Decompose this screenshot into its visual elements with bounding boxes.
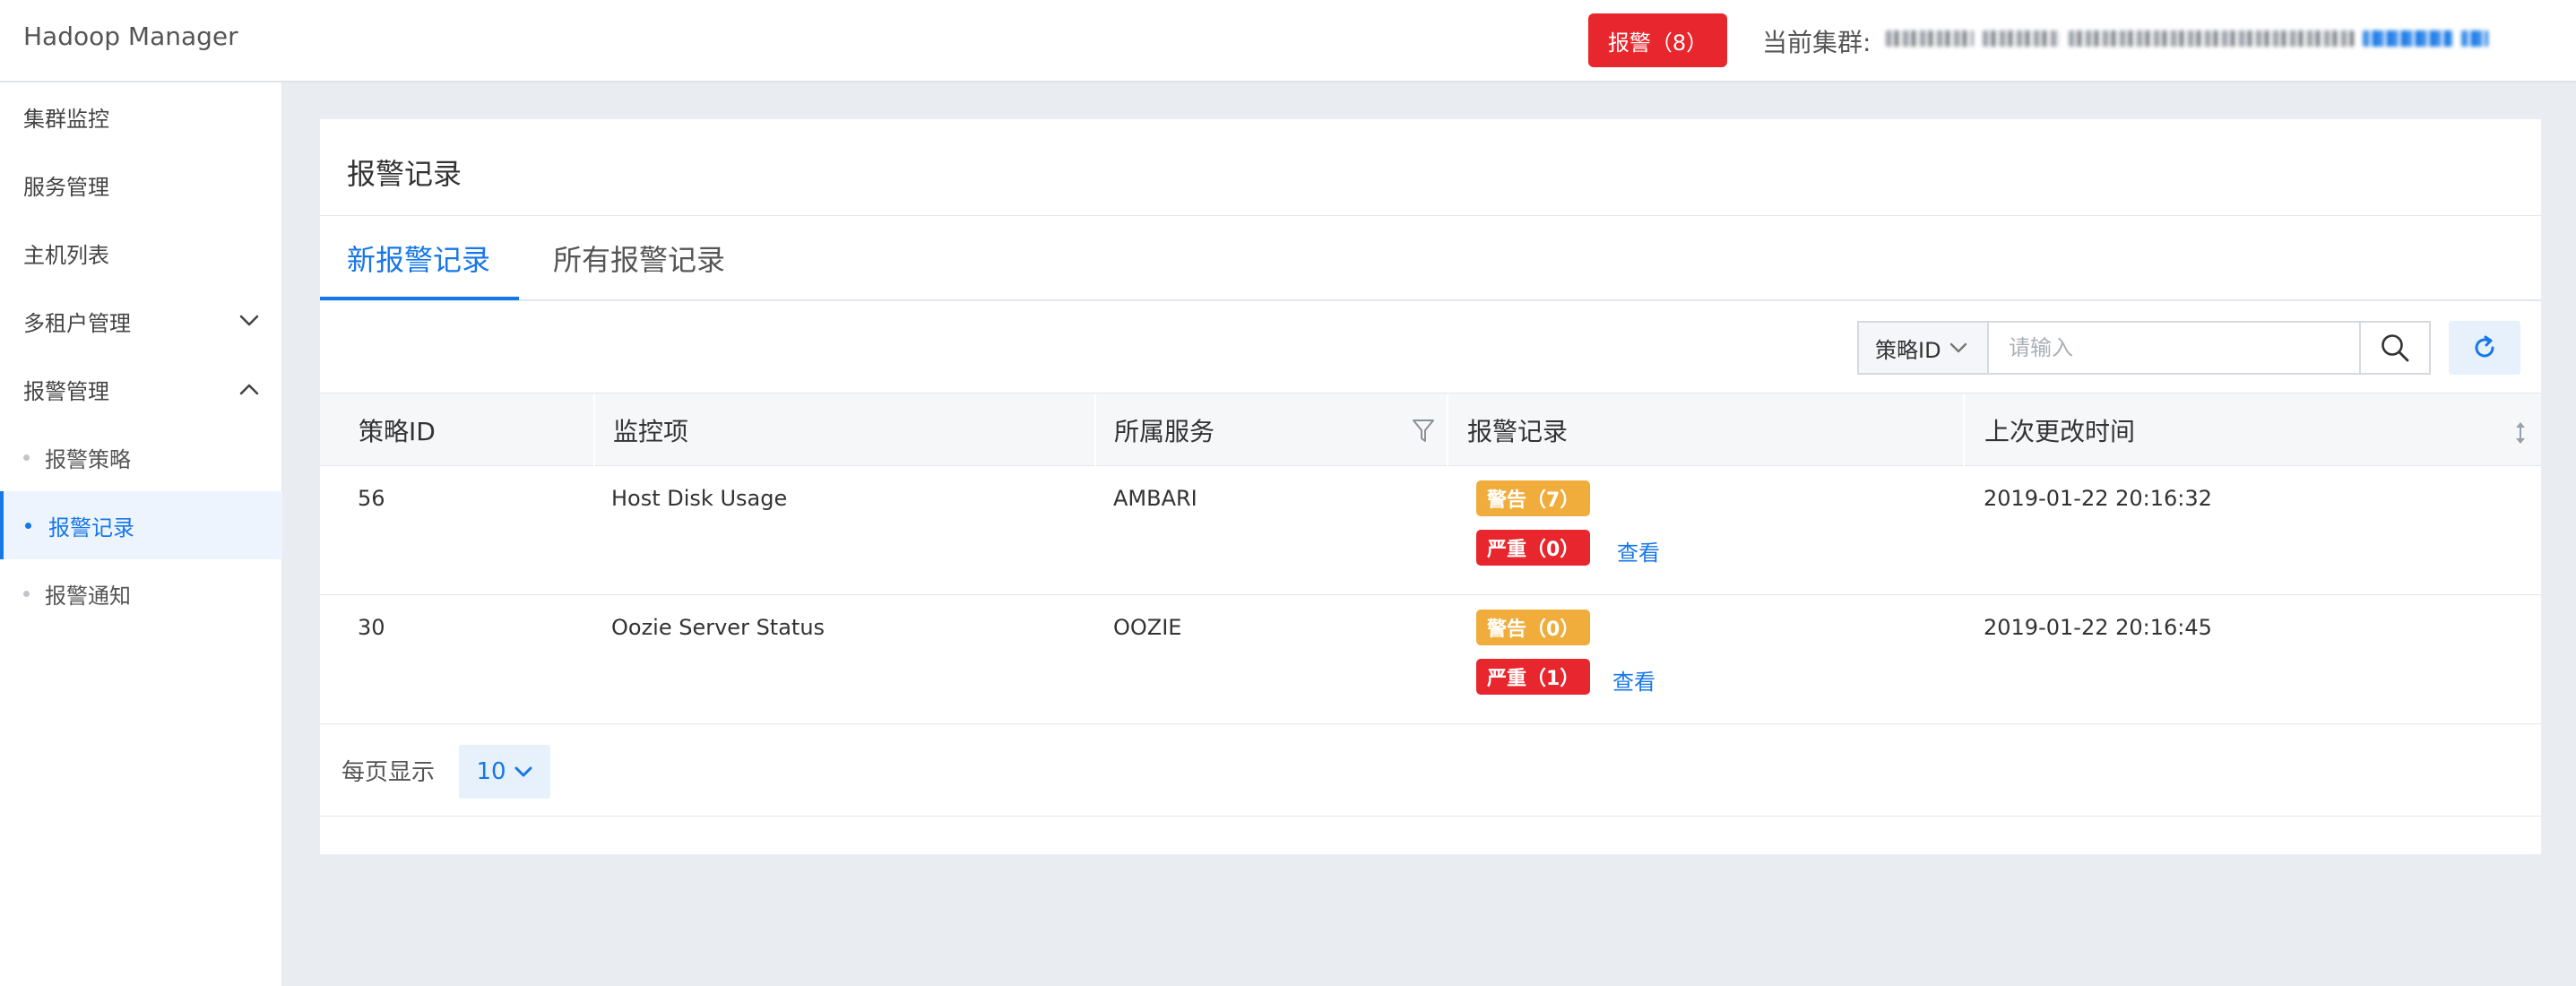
search-field-select-value: 策略ID [1875, 337, 1941, 363]
sidebar-item-label: 集群监控 [23, 106, 109, 132]
search-button[interactable] [2359, 323, 2429, 373]
chevron-up-icon[interactable] [238, 380, 260, 398]
critical-count-badge[interactable]: 严重（1） [1476, 659, 1591, 695]
cell-last-modified: 2019-01-22 20:16:32 [1984, 486, 2212, 511]
sidebar-subitem-alarm-notify[interactable]: 报警通知 [0, 559, 282, 627]
search-field-select[interactable]: 策略ID [1859, 323, 1989, 373]
chevron-down-icon [514, 766, 532, 777]
sidebar-item-service-management[interactable]: 服务管理 [0, 151, 282, 219]
column-separator [1447, 394, 1448, 467]
column-separator [1094, 394, 1096, 467]
page-size-value: 10 [476, 758, 506, 785]
sidebar-item-alarm-management[interactable]: 报警管理 [0, 355, 282, 423]
tab-all-alarm-records[interactable]: 所有报警记录 [553, 238, 725, 279]
cell-policy-id: 56 [358, 486, 385, 511]
sidebar-item-multi-tenant[interactable]: 多租户管理 [0, 287, 282, 355]
refresh-button[interactable] [2449, 321, 2520, 375]
sidebar-item-label: 服务管理 [23, 174, 109, 200]
search-icon [2382, 334, 2409, 362]
cell-service: OOZIE [1113, 615, 1182, 640]
sidebar-subitem-label: 报警通知 [45, 583, 131, 609]
current-cluster-label: 当前集群: [1762, 28, 1871, 57]
alarm-button[interactable]: 报警（8） [1588, 13, 1727, 67]
sidebar-subitem-label: 报警记录 [48, 515, 134, 541]
chevron-down-icon [1949, 342, 1967, 353]
sidebar-item-label: 多租户管理 [23, 310, 131, 336]
current-cluster-value-redacted[interactable] [1886, 25, 2488, 52]
view-link[interactable]: 查看 [1612, 664, 1655, 696]
divider [320, 816, 2541, 817]
bullet-dot-icon [23, 454, 30, 461]
cell-policy-id: 30 [358, 615, 385, 640]
column-header-service[interactable]: 所属服务 [1114, 394, 1215, 467]
sidebar-item-cluster-monitor[interactable]: 集群监控 [0, 82, 282, 151]
filter-icon[interactable] [1412, 418, 1435, 445]
tabs-divider [320, 299, 2541, 301]
sidebar-subitem-alarm-policy[interactable]: 报警策略 [0, 423, 282, 491]
view-link[interactable]: 查看 [1617, 535, 1660, 567]
cell-last-modified: 2019-01-22 20:16:45 [1984, 615, 2212, 640]
page-title: 报警记录 [347, 157, 462, 191]
chevron-down-icon[interactable] [238, 312, 260, 330]
cell-service: AMBARI [1113, 486, 1197, 511]
column-header-monitor-item[interactable]: 监控项 [613, 394, 688, 467]
sidebar-subitem-alarm-records[interactable]: 报警记录 [0, 491, 282, 559]
column-header-alarm-records[interactable]: 报警记录 [1467, 394, 1568, 467]
sidebar-item-host-list[interactable]: 主机列表 [0, 219, 282, 287]
tab-new-alarm-records[interactable]: 新报警记录 [347, 238, 490, 279]
refresh-icon [2475, 335, 2494, 358]
alarm-records-card: 报警记录 新报警记录 所有报警记录 策略ID 策略ID 监控项 所属服务 报警记… [320, 119, 2541, 854]
sidebar-subitem-label: 报警策略 [45, 446, 131, 472]
sidebar: 集群监控 服务管理 主机列表 多租户管理 报警管理 报警策略 报警记录 报警通知 [0, 82, 282, 986]
column-separator [1963, 394, 1965, 467]
column-separator [593, 394, 595, 467]
column-header-last-modified[interactable]: 上次更改时间 [1984, 394, 2135, 467]
sidebar-item-label: 主机列表 [23, 242, 109, 268]
app-title: Hadoop Manager [23, 22, 238, 51]
search-bar: 策略ID [1857, 321, 2431, 375]
table-header: 策略ID 监控项 所属服务 报警记录 上次更改时间 [320, 393, 2541, 467]
cell-monitor-item: Host Disk Usage [611, 486, 788, 511]
divider [320, 215, 2541, 216]
top-bar: Hadoop Manager 报警（8） 当前集群: [0, 0, 2576, 82]
cell-monitor-item: Oozie Server Status [611, 615, 826, 640]
sort-icon[interactable] [2513, 420, 2528, 445]
page-size-label: 每页显示 [341, 759, 436, 786]
page-size-select[interactable]: 10 [459, 745, 550, 799]
search-input[interactable] [1989, 323, 2359, 373]
sidebar-item-label: 报警管理 [23, 378, 109, 404]
bullet-dot-icon [25, 523, 31, 529]
table-row: 56 Host Disk Usage AMBARI 警告（7） 严重（0） 查看… [320, 466, 2541, 595]
bullet-dot-icon [23, 591, 30, 597]
column-header-policy-id[interactable]: 策略ID [359, 394, 436, 467]
active-tab-indicator [320, 297, 519, 300]
critical-count-badge[interactable]: 严重（0） [1476, 530, 1591, 566]
warning-count-badge[interactable]: 警告（0） [1476, 610, 1591, 645]
warning-count-badge[interactable]: 警告（7） [1476, 480, 1591, 516]
table-row: 30 Oozie Server Status OOZIE 警告（0） 严重（1）… [320, 595, 2541, 724]
